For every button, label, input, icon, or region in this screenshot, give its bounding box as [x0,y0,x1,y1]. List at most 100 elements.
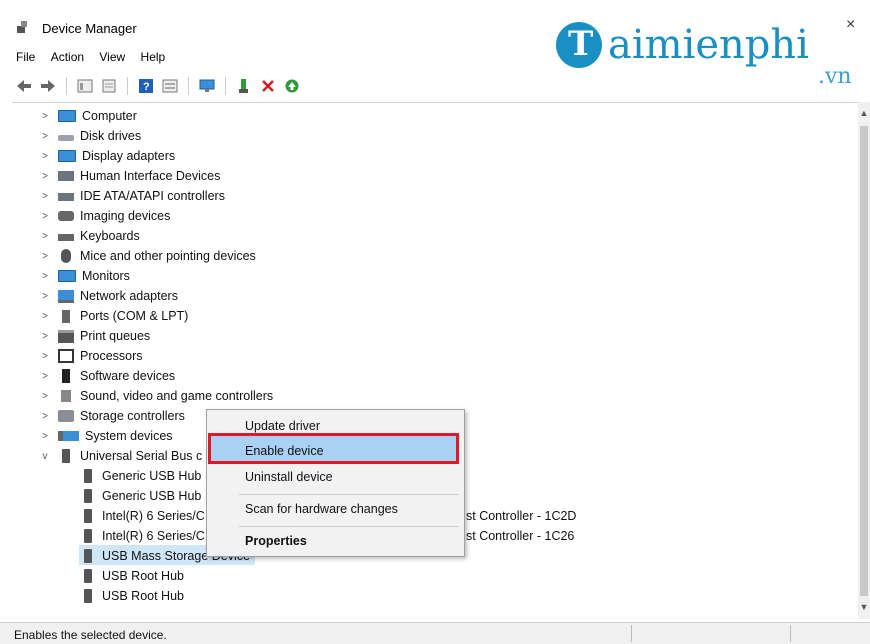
tree-item-monitors[interactable]: > Monitors [40,266,130,286]
chevron-right-icon[interactable]: > [40,191,50,202]
chevron-right-icon[interactable]: > [40,411,50,422]
chevron-right-icon[interactable]: > [40,231,50,242]
context-menu: Update driver Enable device Uninstall de… [206,409,465,557]
menu-separator [239,526,459,527]
chevron-right-icon[interactable]: > [40,131,50,142]
usb-device-icon [84,569,92,583]
hid-icon [58,171,74,181]
tree-item-network[interactable]: > Network adapters [40,286,178,306]
tree-item-usb-child[interactable]: Generic USB Hub [80,486,201,506]
software-device-icon [62,369,70,383]
tree-item-hid[interactable]: > Human Interface Devices [40,166,220,186]
back-icon[interactable] [14,76,34,96]
status-divider [790,625,791,642]
menu-action[interactable]: Action [51,50,84,64]
display-adapter-icon [58,150,76,162]
port-icon [62,309,70,323]
usb-device-icon [84,589,92,603]
keyboard-icon [58,234,74,241]
computer-icon [58,110,76,122]
tree-item-ports[interactable]: > Ports (COM & LPT) [40,306,188,326]
logo-suffix: .vn [818,64,852,89]
tree-item-disk-drives[interactable]: > Disk drives [40,126,141,146]
tree-item-imaging[interactable]: > Imaging devices [40,206,170,226]
menu-help[interactable]: Help [141,50,166,64]
usb-device-icon [84,489,92,503]
processor-icon [58,349,74,363]
vertical-scrollbar[interactable]: ▲ ▼ [858,102,870,619]
network-icon [58,289,74,303]
menu-item-uninstall-device[interactable]: Uninstall device [245,470,333,484]
chevron-right-icon[interactable]: > [40,271,50,282]
toolbar: ? [14,75,302,97]
menu-file[interactable]: File [16,50,35,64]
forward-icon[interactable] [38,76,58,96]
help-icon[interactable]: ? [136,76,156,96]
tree-item-storage[interactable]: > Storage controllers [40,406,185,426]
usb-icon [62,449,70,463]
chevron-right-icon[interactable]: > [40,291,50,302]
menu-item-update-driver[interactable]: Update driver [245,419,320,433]
scroll-thumb[interactable] [860,126,868,596]
tree-item-usb-child[interactable]: Generic USB Hub [80,466,201,486]
status-text: Enables the selected device. [14,628,167,642]
close-button[interactable]: × [846,16,855,34]
display-icon[interactable] [197,76,217,96]
toolbar-divider [188,77,189,95]
tree-item-usb-child[interactable]: Intel(R) 6 Series/C [80,526,205,546]
tree-item-mice[interactable]: > Mice and other pointing devices [40,246,256,266]
tree-item-print-queues[interactable]: > Print queues [40,326,150,346]
tree-item-suffix: st Controller - 1C26 [466,529,575,543]
title-bar: Device Manager × [0,0,870,40]
tree-item-usb[interactable]: v Universal Serial Bus c [40,446,202,466]
chevron-right-icon[interactable]: > [40,251,50,262]
tree-item-sound[interactable]: > Sound, video and game controllers [40,386,273,406]
speaker-icon [61,390,71,402]
chevron-right-icon[interactable]: > [40,151,50,162]
menu-item-scan-hardware[interactable]: Scan for hardware changes [245,502,398,516]
device-manager-icon [17,21,27,33]
tree-item-keyboards[interactable]: > Keyboards [40,226,140,246]
tree-item-usb-child[interactable]: Intel(R) 6 Series/C [80,506,205,526]
ide-controller-icon [58,193,74,201]
show-hide-tree-icon[interactable] [75,76,95,96]
view-icon[interactable] [160,76,180,96]
tree-item-ide[interactable]: > IDE ATA/ATAPI controllers [40,186,225,206]
chevron-right-icon[interactable]: > [40,111,50,122]
tree-item-usb-child[interactable]: USB Root Hub [80,586,184,606]
properties-icon[interactable] [99,76,119,96]
toolbar-divider [66,77,67,95]
chevron-right-icon[interactable]: > [40,171,50,182]
chevron-right-icon[interactable]: > [40,431,50,442]
tree-item-system-devices[interactable]: > System devices [40,426,172,446]
chevron-right-icon[interactable]: > [40,211,50,222]
tree-item-display-adapters[interactable]: > Display adapters [40,146,175,166]
tree-item-processors[interactable]: > Processors [40,346,143,366]
chevron-right-icon[interactable]: > [40,351,50,362]
system-device-icon [58,431,79,441]
svg-text:?: ? [143,81,150,93]
menu-item-properties[interactable]: Properties [245,534,307,548]
chevron-down-icon[interactable]: v [40,451,50,462]
usb-device-icon [84,469,92,483]
scroll-up-icon[interactable]: ▲ [858,108,870,118]
window-title: Device Manager [42,21,137,36]
menu-bar: File Action View Help [16,50,177,68]
enable-device-icon[interactable] [282,76,302,96]
chevron-right-icon[interactable]: > [40,371,50,382]
tree-item-usb-child[interactable]: USB Root Hub [80,566,184,586]
monitor-icon [58,270,76,282]
chevron-right-icon[interactable]: > [40,311,50,322]
chevron-right-icon[interactable]: > [40,391,50,402]
tree-item-software-devices[interactable]: > Software devices [40,366,175,386]
chevron-right-icon[interactable]: > [40,331,50,342]
uninstall-icon[interactable] [258,76,278,96]
red-highlight-box [208,433,459,464]
scroll-down-icon[interactable]: ▼ [858,602,870,612]
status-divider [631,625,632,642]
menu-view[interactable]: View [99,50,125,64]
tree-item-suffix: st Controller - 1C2D [466,509,577,523]
update-driver-icon[interactable] [234,76,254,96]
tree-item-computer[interactable]: > Computer [40,106,137,126]
mouse-icon [61,249,71,263]
